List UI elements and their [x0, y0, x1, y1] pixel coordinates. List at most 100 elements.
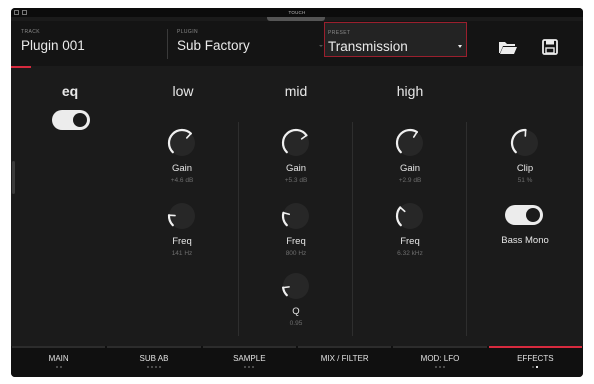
high-freq-dial[interactable] — [393, 199, 427, 233]
tab-mod-lfo[interactable]: MOD: LFO — [392, 346, 487, 377]
page-dot[interactable] — [442, 366, 445, 368]
plugin-dropdown-icon — [319, 45, 323, 47]
tab-label: EFFECTS — [517, 354, 554, 363]
page-dot[interactable] — [154, 366, 157, 368]
page-dots — [392, 366, 487, 368]
preset-value: Transmission — [328, 39, 408, 54]
tab-label: MOD: LFO — [420, 354, 460, 363]
mid-q-value: 0.95 — [289, 320, 303, 327]
side-panel-handle[interactable] — [12, 161, 15, 194]
mid-gain-value: +5.3 dB — [284, 177, 308, 184]
bass-mono-toggle-knob — [526, 208, 540, 222]
tab-label: MAIN — [48, 354, 69, 363]
tab-indicator — [393, 346, 487, 348]
preset-dropdown[interactable]: PRESET Transmission — [324, 22, 467, 57]
tab-indicator — [488, 346, 582, 348]
mid-gain-dial[interactable] — [279, 126, 313, 160]
mid-freq-value: 800 Hz — [285, 250, 307, 257]
low-freq-label: Freq — [172, 236, 192, 247]
page-dot[interactable] — [150, 366, 153, 368]
page-dot[interactable] — [438, 366, 441, 368]
mid-q-label: Q — [292, 306, 300, 317]
high-freq-label: Freq — [400, 236, 420, 247]
high-heading: high — [396, 83, 424, 99]
status-title: TOUCH — [288, 10, 306, 15]
tab-main[interactable]: MAIN — [11, 346, 106, 377]
mid-q-knob[interactable]: Q 0.95 — [266, 269, 326, 327]
folder-icon[interactable] — [498, 40, 518, 60]
clip-dial[interactable] — [508, 126, 542, 160]
page-dot[interactable] — [244, 366, 247, 368]
page-dots — [202, 366, 297, 368]
high-gain-value: +2.9 dB — [398, 177, 422, 184]
mid-q-dial[interactable] — [279, 269, 313, 303]
tab-indicator — [202, 346, 296, 348]
page-dots — [488, 366, 583, 368]
eq-heading: eq — [61, 83, 79, 99]
low-heading: low — [172, 83, 194, 99]
low-freq-dial[interactable] — [165, 199, 199, 233]
clip-value: 51 % — [517, 177, 533, 184]
mid-freq-knob[interactable]: Freq 800 Hz — [266, 199, 326, 257]
eq-toggle[interactable] — [52, 110, 90, 130]
page-dot[interactable] — [158, 366, 161, 368]
track-label: TRACK — [21, 29, 40, 35]
page-dot[interactable] — [434, 366, 437, 368]
status-bar: TOUCH — [11, 8, 583, 17]
high-gain-label: Gain — [399, 163, 421, 174]
bass-mono-label: Bass Mono — [501, 235, 549, 246]
bass-mono-toggle[interactable] — [505, 205, 543, 225]
page-dots — [11, 366, 106, 368]
tab-sub-ab[interactable]: SUB AB — [106, 346, 201, 377]
page-dots — [106, 366, 201, 368]
high-gain-knob[interactable]: Gain +2.9 dB — [380, 126, 440, 184]
track-active-indicator — [11, 66, 31, 68]
low-gain-knob[interactable]: Gain +4.6 dB — [152, 126, 212, 184]
low-freq-value: 141 Hz — [171, 250, 193, 257]
header-divider — [167, 29, 168, 59]
mid-gain-label: Gain — [285, 163, 307, 174]
clip-knob[interactable]: Clip 51 % — [495, 126, 555, 184]
plugin-label: PLUGIN — [177, 29, 199, 35]
low-gain-label: Gain — [171, 163, 193, 174]
high-freq-value: 6.32 kHz — [397, 250, 423, 257]
track-value: Plugin 001 — [21, 38, 85, 53]
low-gain-value: +4.6 dB — [170, 177, 194, 184]
page-dot[interactable] — [55, 366, 58, 368]
column-divider — [466, 122, 467, 336]
page-dot[interactable] — [59, 366, 62, 368]
clip-label: Clip — [516, 163, 534, 174]
bottom-tab-bar: MAIN SUB AB SAMPLE MIX / FILTER MOD: LFO EFFE… — [11, 346, 583, 377]
tab-mix-filter[interactable]: MIX / FILTER — [297, 346, 392, 377]
column-divider — [238, 122, 239, 336]
tab-label: MIX / FILTER — [320, 354, 369, 363]
knob-pointer — [282, 286, 290, 289]
plugin-value: Sub Factory — [177, 38, 250, 53]
mid-freq-dial[interactable] — [279, 199, 313, 233]
page-dot[interactable] — [252, 366, 255, 368]
save-icon[interactable] — [542, 39, 558, 60]
column-divider — [352, 122, 353, 336]
tab-label: SUB AB — [139, 354, 169, 363]
tab-sample[interactable]: SAMPLE — [202, 346, 297, 377]
tab-indicator — [298, 346, 392, 348]
page-dot[interactable] — [536, 366, 539, 368]
tab-label: SAMPLE — [233, 354, 266, 363]
tab-indicator — [12, 346, 106, 348]
low-freq-knob[interactable]: Freq 141 Hz — [152, 199, 212, 257]
plugin-header: TRACK Plugin 001 PLUGIN Sub Factory PRES… — [11, 21, 583, 66]
mpc-plugin-screen: TOUCH TRACK Plugin 001 PLUGIN Sub Factor… — [11, 8, 583, 377]
low-gain-dial[interactable] — [165, 126, 199, 160]
high-freq-knob[interactable]: Freq 6.32 kHz — [380, 199, 440, 257]
preset-label: PRESET — [328, 30, 351, 36]
page-dot[interactable] — [146, 366, 149, 368]
plugin-field[interactable]: PLUGIN Sub Factory — [177, 21, 325, 66]
tab-effects[interactable]: EFFECTS — [488, 346, 583, 377]
page-dot[interactable] — [248, 366, 251, 368]
page-dot[interactable] — [532, 366, 535, 368]
tab-indicator — [107, 346, 201, 348]
preset-dropdown-icon — [458, 45, 462, 48]
mid-gain-knob[interactable]: Gain +5.3 dB — [266, 126, 326, 184]
track-field[interactable]: TRACK Plugin 001 — [21, 21, 161, 66]
high-gain-dial[interactable] — [393, 126, 427, 160]
